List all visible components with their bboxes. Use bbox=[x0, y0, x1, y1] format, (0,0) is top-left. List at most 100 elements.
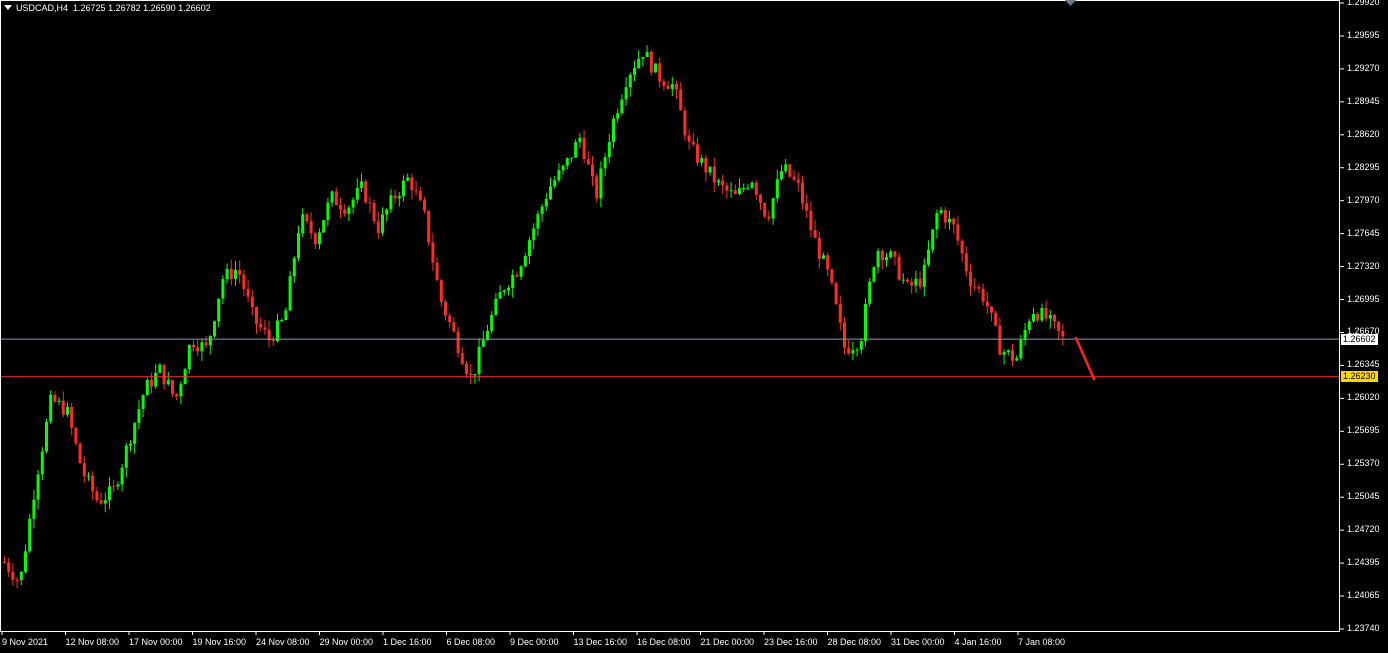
candle-body bbox=[234, 270, 237, 279]
candle-body bbox=[1053, 314, 1056, 322]
candle-body bbox=[187, 345, 191, 370]
candle-body bbox=[66, 406, 69, 415]
candle-body bbox=[439, 280, 443, 302]
candle-body bbox=[990, 306, 993, 313]
candle-body bbox=[452, 322, 456, 332]
candle-body bbox=[586, 159, 590, 165]
x-tick-label: 21 Dec 00:00 bbox=[700, 637, 755, 647]
x-tick-label: 16 Dec 08:00 bbox=[637, 637, 691, 647]
candle-body bbox=[628, 74, 632, 88]
candle-body bbox=[750, 182, 754, 188]
candle-body bbox=[313, 233, 317, 245]
candle-body bbox=[217, 298, 221, 322]
x-tick-label: 31 Dec 00:00 bbox=[891, 637, 945, 647]
candle-body bbox=[574, 142, 578, 158]
candle-body bbox=[897, 256, 901, 280]
candle-body bbox=[822, 255, 825, 259]
candle-body bbox=[570, 157, 573, 159]
candle-body bbox=[977, 286, 981, 289]
candle-body bbox=[24, 551, 27, 572]
candle-body bbox=[7, 562, 11, 572]
candle-body bbox=[796, 179, 800, 183]
candle-body bbox=[704, 158, 708, 173]
candle-body bbox=[397, 196, 401, 199]
candle-body bbox=[721, 180, 725, 186]
candle-body bbox=[40, 451, 44, 475]
candle-body bbox=[490, 314, 494, 331]
candle-body bbox=[221, 279, 225, 299]
candle-body bbox=[284, 310, 288, 321]
candle-body bbox=[53, 394, 57, 402]
candle-body bbox=[460, 353, 464, 365]
candle-body bbox=[910, 281, 914, 286]
candle-body bbox=[864, 303, 867, 342]
candle-body bbox=[813, 230, 817, 238]
candle-body bbox=[402, 180, 405, 197]
y-tick-label: 1.24395 bbox=[1347, 557, 1380, 568]
candle-body bbox=[553, 180, 557, 187]
candle-body bbox=[259, 323, 263, 328]
candle-body bbox=[435, 262, 439, 281]
candle-body bbox=[712, 166, 716, 183]
candle-body bbox=[847, 347, 851, 354]
candle-body bbox=[263, 327, 267, 330]
y-tick-label: 1.28945 bbox=[1347, 95, 1380, 106]
chart-title: USDCAD,H4 1.26725 1.26782 1.26590 1.2660… bbox=[4, 3, 211, 13]
candle-body bbox=[834, 282, 838, 305]
dropdown-triangle-icon[interactable] bbox=[4, 5, 12, 10]
candle-body bbox=[607, 142, 611, 158]
candle-body bbox=[431, 242, 435, 263]
candle-body bbox=[645, 51, 649, 57]
candle-body bbox=[116, 484, 120, 487]
candle-body bbox=[885, 257, 888, 261]
candle-body bbox=[838, 304, 842, 323]
candle-body bbox=[318, 232, 321, 245]
candle-body bbox=[1036, 313, 1040, 321]
candle-body bbox=[906, 279, 909, 282]
candle-body bbox=[288, 276, 292, 311]
candle-body bbox=[599, 168, 603, 199]
candle-body bbox=[175, 393, 179, 397]
candle-body bbox=[528, 240, 531, 257]
candle-body bbox=[339, 205, 342, 210]
x-tick-label: 29 Nov 00:00 bbox=[319, 637, 374, 647]
candle-body bbox=[423, 200, 426, 211]
candle-body bbox=[271, 340, 275, 342]
candle-body bbox=[641, 56, 645, 59]
candle-body bbox=[494, 298, 498, 315]
candle-body bbox=[192, 345, 195, 348]
candle-body bbox=[738, 188, 741, 194]
candle-body bbox=[654, 63, 657, 73]
candle-body bbox=[637, 58, 641, 69]
y-tick-label: 1.26995 bbox=[1347, 293, 1380, 304]
candle-body bbox=[1023, 329, 1027, 340]
candle-body bbox=[767, 216, 771, 219]
candle-body bbox=[57, 400, 61, 402]
candle-body bbox=[792, 176, 796, 180]
candle-body bbox=[973, 286, 977, 288]
y-tick-label: 1.24065 bbox=[1347, 590, 1380, 601]
candle-body bbox=[376, 221, 380, 233]
candle-body bbox=[859, 341, 863, 350]
candle-body bbox=[880, 251, 884, 261]
candle-body bbox=[532, 228, 536, 241]
candle-body bbox=[133, 423, 137, 444]
candle-body bbox=[45, 421, 48, 452]
candle-body bbox=[330, 191, 334, 203]
candle-body bbox=[351, 199, 355, 208]
candle-body bbox=[238, 270, 242, 275]
candle-body bbox=[523, 256, 527, 267]
candle-body bbox=[502, 290, 506, 293]
candle-body bbox=[801, 182, 804, 204]
y-tick-label: 1.25370 bbox=[1347, 458, 1380, 469]
y-tick-label: 1.25045 bbox=[1347, 491, 1380, 502]
candle-body bbox=[305, 214, 309, 222]
candle-body bbox=[691, 141, 695, 145]
candle-body bbox=[679, 89, 683, 111]
candle-body bbox=[368, 202, 372, 204]
candle-body bbox=[952, 218, 956, 225]
candle-body bbox=[246, 289, 250, 297]
candle-body bbox=[662, 81, 666, 86]
candle-body bbox=[687, 135, 691, 142]
candle-body bbox=[700, 158, 704, 163]
